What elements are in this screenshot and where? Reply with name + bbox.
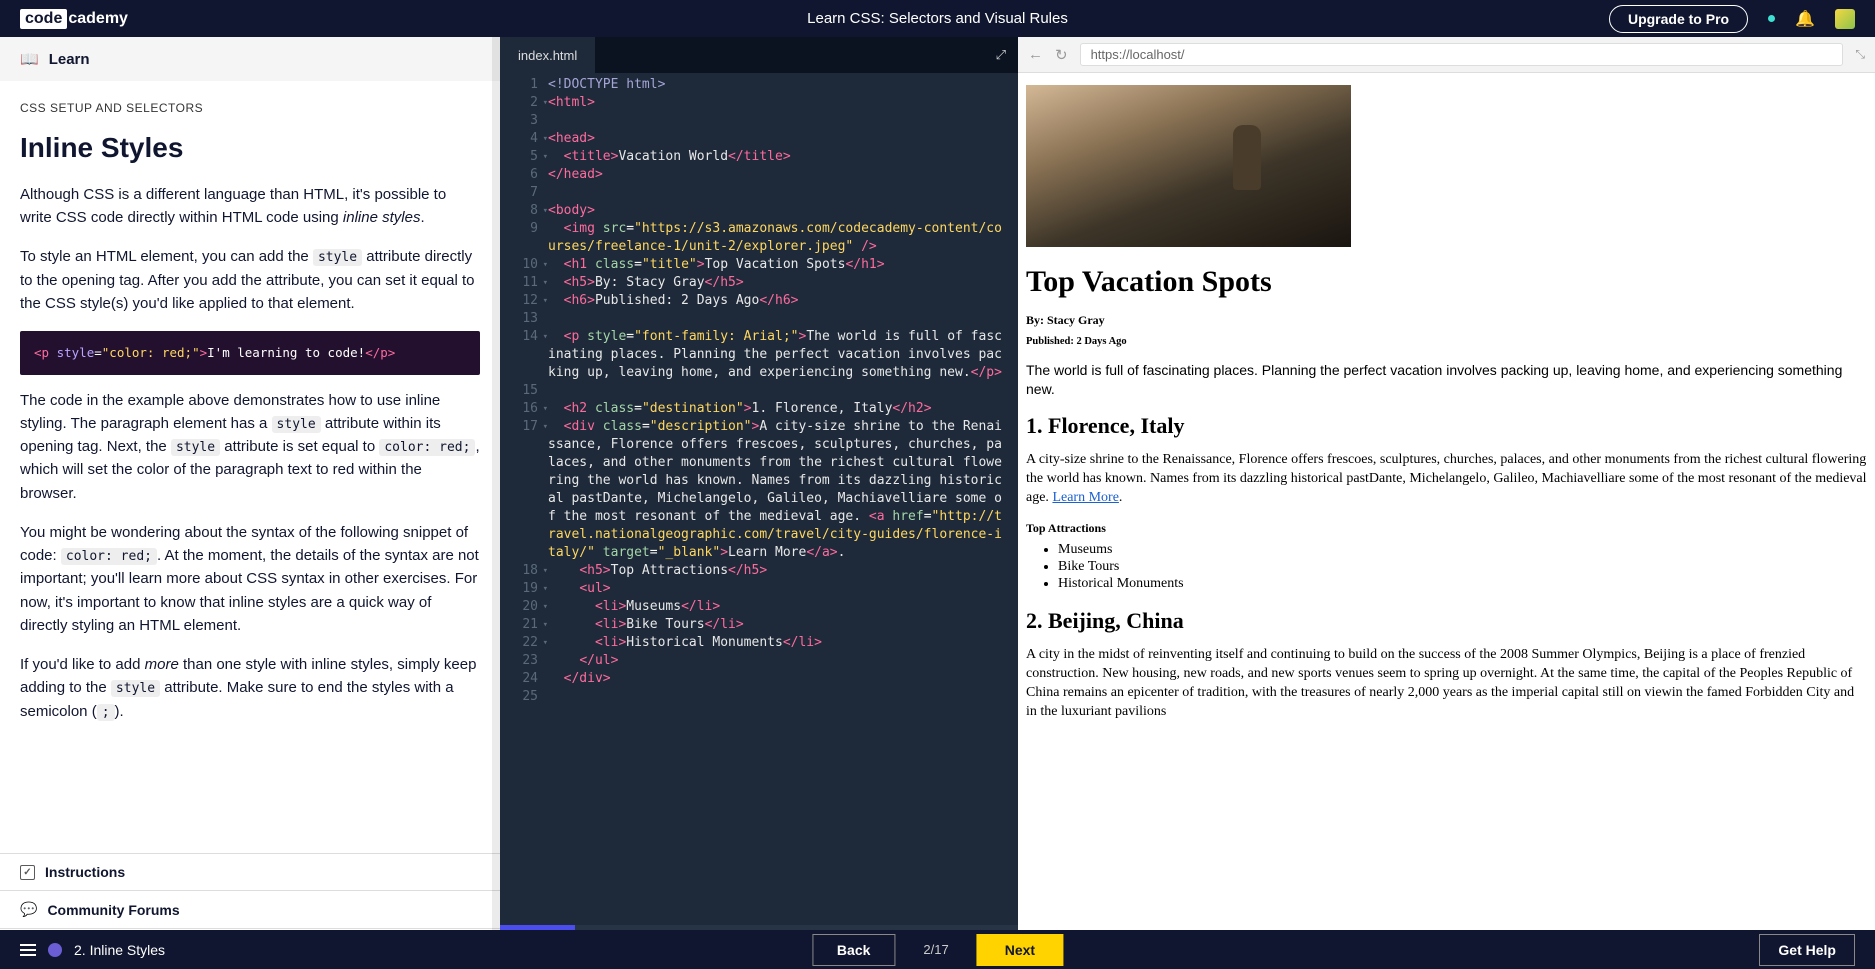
lesson-paragraph: If you'd like to add more than one style…	[20, 653, 480, 723]
inline-code: style	[111, 680, 160, 697]
code-editor-panel: index.html ⤢ 1<!DOCTYPE html>2▾<html>34▾…	[500, 37, 1018, 969]
inline-code: style	[171, 439, 220, 456]
logo-box: code	[20, 9, 67, 29]
preview-byline: By: Stacy Gray	[1026, 313, 1867, 328]
inline-code: style	[313, 249, 362, 266]
step-label: 2. Inline Styles	[74, 942, 165, 958]
code-line[interactable]: 16▾ <h2 class="destination">1. Florence,…	[500, 400, 1018, 418]
avatar[interactable]	[1835, 9, 1855, 29]
preview-content: Top Vacation Spots By: Stacy Gray Publis…	[1018, 73, 1875, 969]
attractions-title: Top Attractions	[1026, 521, 1867, 536]
inline-code: color: red;	[379, 439, 475, 456]
scrollbar[interactable]	[492, 37, 500, 969]
attractions-list: Museums Bike Tours Historical Monuments	[1058, 542, 1867, 592]
preview-published: Published: 2 Days Ago	[1026, 336, 1867, 347]
lesson-paragraph: To style an HTML element, you can add th…	[20, 245, 480, 315]
learn-label: Learn	[49, 51, 90, 68]
learn-more-link[interactable]: Learn More	[1052, 490, 1118, 505]
code-line[interactable]: 8▾<body>	[500, 202, 1018, 220]
progress-indicator-icon	[48, 943, 62, 957]
code-line[interactable]: 18▾ <h5>Top Attractions</h5>	[500, 562, 1018, 580]
code-line[interactable]: 7	[500, 184, 1018, 202]
breadcrumb: CSS SETUP AND SELECTORS	[20, 99, 480, 118]
code-line[interactable]: 21▾ <li>Bike Tours</li>	[500, 616, 1018, 634]
course-title: Learn CSS: Selectors and Visual Rules	[807, 10, 1068, 27]
preview-hero-image	[1026, 85, 1351, 247]
file-tab[interactable]: index.html	[500, 37, 595, 73]
lesson-paragraph: The code in the example above demonstrat…	[20, 389, 480, 505]
code-line[interactable]: 9 <img src="https://s3.amazonaws.com/cod…	[500, 220, 1018, 256]
preview-panel: ← ↻ https://localhost/ ⤡ Top Vacation Sp…	[1018, 37, 1875, 969]
code-line[interactable]: 6</head>	[500, 166, 1018, 184]
accordion-label: Community Forums	[47, 902, 179, 918]
notifications-icon[interactable]: 🔔	[1795, 9, 1815, 29]
inline-code: style	[272, 416, 321, 433]
code-line[interactable]: 2▾<html>	[500, 94, 1018, 112]
list-item: Historical Monuments	[1058, 576, 1867, 592]
preview-description: A city-size shrine to the Renaissance, F…	[1026, 451, 1867, 508]
chat-icon: 💬	[20, 901, 37, 918]
book-icon: 📖	[20, 50, 39, 68]
preview-h2: 1. Florence, Italy	[1026, 413, 1867, 439]
code-line[interactable]: 24 </div>	[500, 670, 1018, 688]
code-line[interactable]: 5▾ <title>Vacation World</title>	[500, 148, 1018, 166]
code-line[interactable]: 12▾ <h6>Published: 2 Days Ago</h6>	[500, 292, 1018, 310]
code-line[interactable]: 25	[500, 688, 1018, 706]
code-line[interactable]: 10▾ <h1 class="title">Top Vacation Spots…	[500, 256, 1018, 274]
app-footer: 2. Inline Styles Back 2/17 Next Get Help	[0, 930, 1875, 969]
url-bar[interactable]: https://localhost/	[1080, 43, 1844, 66]
code-line[interactable]: 20▾ <li>Museums</li>	[500, 598, 1018, 616]
inline-code: ;	[97, 704, 115, 721]
menu-icon[interactable]	[20, 944, 36, 956]
preview-intro: The world is full of fascinating places.…	[1026, 361, 1867, 399]
url-text: https://localhost/	[1091, 47, 1185, 62]
code-line[interactable]: 13	[500, 310, 1018, 328]
page-indicator: 2/17	[923, 942, 948, 957]
get-help-button[interactable]: Get Help	[1759, 934, 1855, 966]
checkbox-icon: ✓	[20, 865, 35, 880]
back-arrow-icon[interactable]: ←	[1028, 46, 1043, 63]
maximize-icon[interactable]: ⤡	[1855, 47, 1865, 62]
code-line[interactable]: 22▾ <li>Historical Monuments</li>	[500, 634, 1018, 652]
file-tab-bar: index.html ⤢	[500, 37, 1018, 73]
preview-h2: 2. Beijing, China	[1026, 608, 1867, 634]
preview-description: A city in the midst of reinventing itsel…	[1026, 646, 1867, 722]
lesson-panel: 📖 Learn CSS SETUP AND SELECTORS Inline S…	[0, 37, 500, 969]
upgrade-button[interactable]: Upgrade to Pro	[1609, 5, 1748, 33]
instructions-accordion[interactable]: ✓ Instructions	[0, 853, 500, 890]
file-tab-label: index.html	[518, 48, 577, 63]
browser-bar: ← ↻ https://localhost/ ⤡	[1018, 37, 1875, 73]
list-item: Museums	[1058, 542, 1867, 558]
learn-header[interactable]: 📖 Learn	[0, 37, 500, 81]
code-line[interactable]: 17▾ <div class="description">A city-size…	[500, 418, 1018, 562]
back-button[interactable]: Back	[812, 934, 895, 966]
code-line[interactable]: 1<!DOCTYPE html>	[500, 76, 1018, 94]
lesson-title: Inline Styles	[20, 126, 480, 169]
lesson-paragraph: Although CSS is a different language tha…	[20, 183, 480, 230]
logo[interactable]: codecademy	[20, 9, 128, 29]
list-item: Bike Tours	[1058, 559, 1867, 575]
lesson-content: CSS SETUP AND SELECTORS Inline Styles Al…	[0, 81, 500, 853]
next-button[interactable]: Next	[977, 934, 1063, 966]
code-line[interactable]: 3	[500, 112, 1018, 130]
logo-text: cademy	[68, 10, 128, 28]
preview-h1: Top Vacation Spots	[1026, 265, 1867, 299]
code-editor[interactable]: 1<!DOCTYPE html>2▾<html>34▾<head>5▾ <tit…	[500, 73, 1018, 925]
code-line[interactable]: 23 </ul>	[500, 652, 1018, 670]
code-line[interactable]: 14▾ <p style="font-family: Arial;">The w…	[500, 328, 1018, 382]
code-line[interactable]: 4▾<head>	[500, 130, 1018, 148]
expand-icon[interactable]: ⤢	[996, 47, 1006, 63]
accordion-label: Instructions	[45, 864, 125, 880]
refresh-icon[interactable]: ↻	[1055, 46, 1068, 64]
inline-code: color: red;	[61, 548, 157, 565]
lesson-paragraph: You might be wondering about the syntax …	[20, 521, 480, 637]
community-accordion[interactable]: 💬 Community Forums	[0, 890, 500, 928]
code-line[interactable]: 11▾ <h5>By: Stacy Gray</h5>	[500, 274, 1018, 292]
code-example: <p style="color: red;">I'm learning to c…	[20, 331, 480, 374]
code-line[interactable]: 15	[500, 382, 1018, 400]
code-line[interactable]: 19▾ <ul>	[500, 580, 1018, 598]
app-header: codecademy Learn CSS: Selectors and Visu…	[0, 0, 1875, 37]
status-dot-icon	[1768, 15, 1775, 22]
